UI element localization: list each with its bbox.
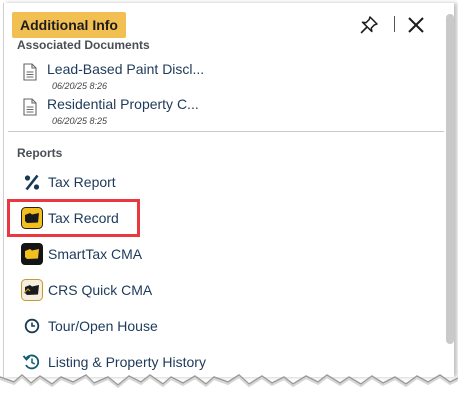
reports-section-title: Reports	[17, 146, 63, 160]
report-item-tour-open-house[interactable]: Tour/Open House	[21, 315, 321, 339]
scrollbar-thumb[interactable]	[446, 14, 454, 344]
document-date: 06/20/25 8:26	[52, 81, 108, 91]
document-icon	[23, 63, 37, 81]
document-date: 06/20/25 8:25	[52, 116, 108, 126]
report-item-crs-quick-cma[interactable]: CRS Quick CMA	[21, 279, 321, 303]
pin-icon[interactable]	[359, 15, 379, 35]
report-label: CRS Quick CMA	[48, 282, 153, 298]
report-label: Tax Report	[48, 174, 116, 190]
percent-icon	[24, 174, 40, 191]
document-icon	[23, 98, 37, 116]
report-label: Tour/Open House	[48, 318, 158, 334]
section-divider	[8, 131, 444, 132]
document-name[interactable]: Lead-Based Paint Discl...	[47, 61, 204, 77]
clock-icon	[24, 318, 40, 334]
documents-section-title: Associated Documents	[17, 38, 150, 52]
close-icon[interactable]	[406, 15, 426, 35]
crs-icon	[21, 279, 43, 301]
vertical-scrollbar[interactable]	[444, 4, 456, 370]
report-item-tax-report[interactable]: Tax Report	[21, 171, 321, 195]
tax-record-highlight	[7, 199, 140, 237]
additional-info-panel: Additional Info Associated Documents Lea…	[3, 3, 454, 377]
report-label: SmartTax CMA	[48, 246, 143, 262]
report-item-smarttax-cma[interactable]: SmartTax CMA	[21, 243, 321, 267]
toolbar-divider	[394, 16, 395, 32]
torn-edge	[0, 374, 458, 399]
document-name[interactable]: Residential Property C...	[47, 96, 199, 112]
smarttax-icon	[21, 243, 43, 265]
panel-title: Additional Info	[12, 12, 126, 38]
